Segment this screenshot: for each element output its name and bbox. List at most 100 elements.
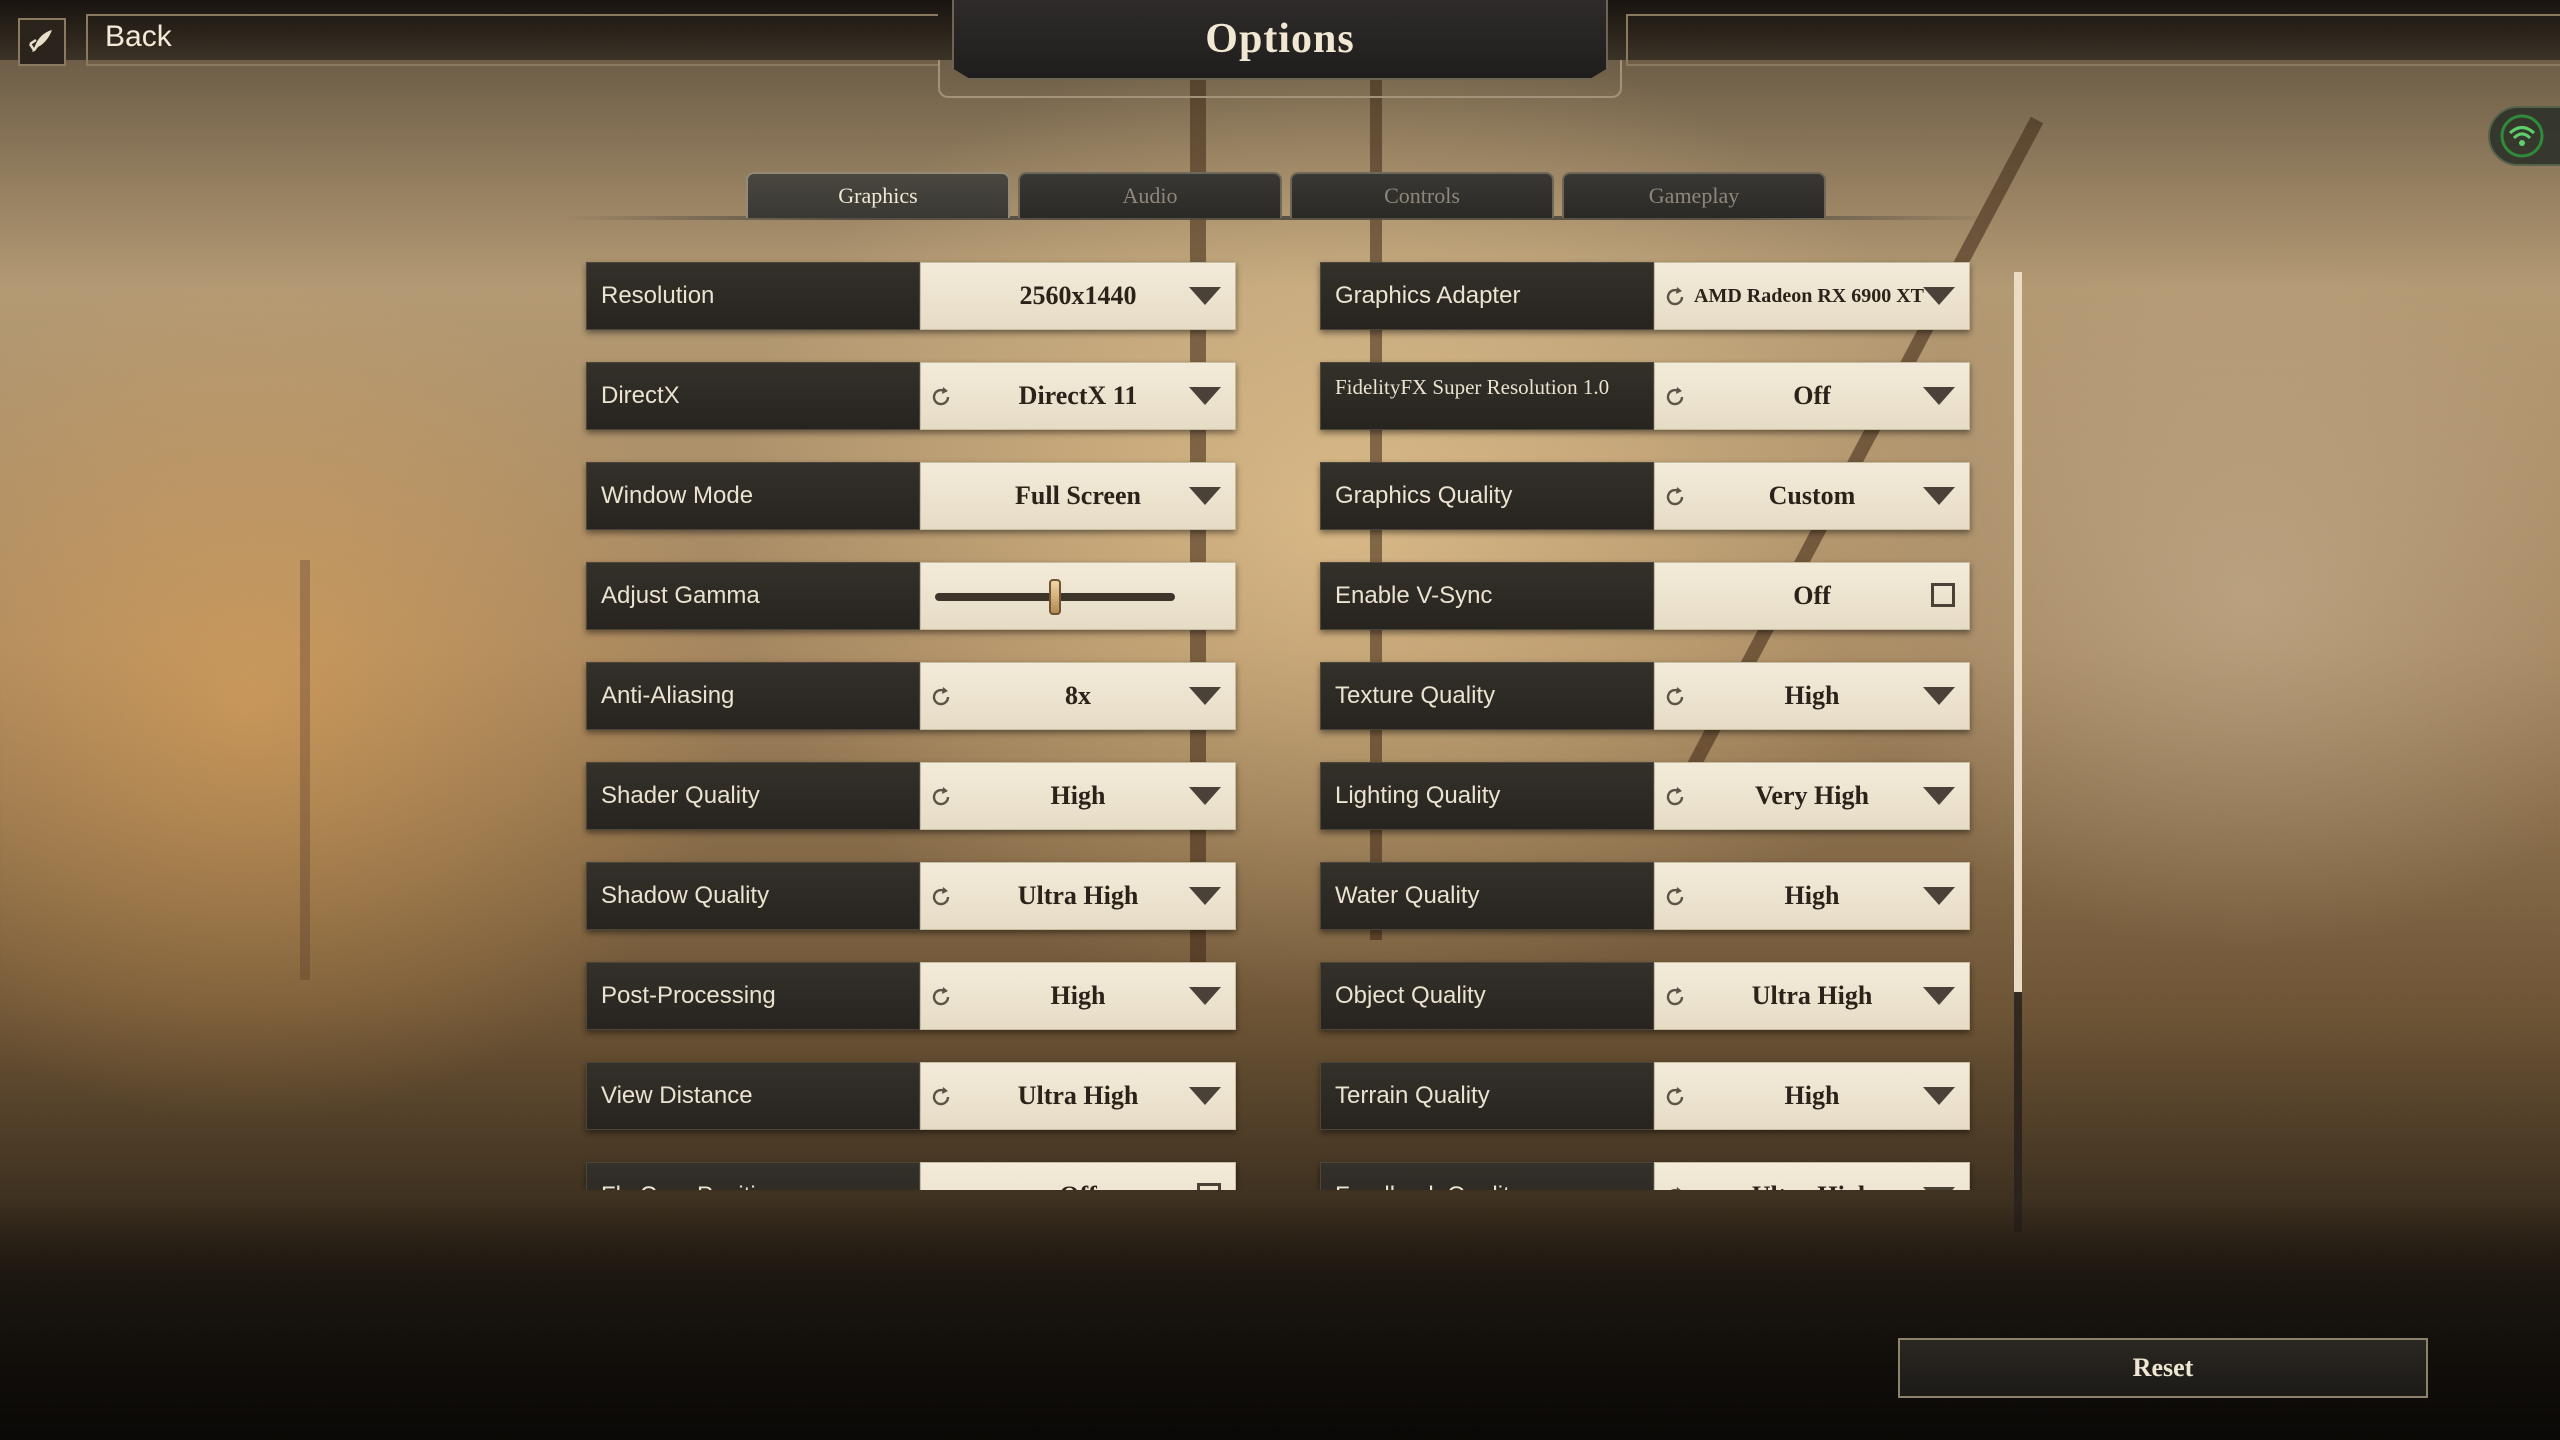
chevron-down-icon[interactable] [1189, 787, 1221, 805]
refresh-icon[interactable] [1663, 785, 1687, 809]
setting-value: Off [1793, 581, 1831, 610]
chevron-down-icon[interactable] [1923, 887, 1955, 905]
setting-value: Very High [1755, 781, 1869, 810]
chevron-down-icon[interactable] [1189, 1087, 1221, 1105]
shader-quality-dropdown[interactable]: High [920, 762, 1236, 830]
chevron-down-icon[interactable] [1189, 487, 1221, 505]
chevron-down-icon[interactable] [1923, 487, 1955, 505]
setting-row-texture-quality: Texture Quality High [1320, 662, 1970, 730]
refresh-icon[interactable] [929, 1085, 953, 1109]
reset-button[interactable]: Reset [1898, 1338, 2428, 1398]
enable-v-sync-checkbox[interactable]: Off [1654, 562, 1970, 630]
setting-value: Ultra High [1695, 1181, 1929, 1190]
setting-value: Ultra High [1751, 981, 1873, 1010]
chevron-down-icon[interactable] [1923, 1087, 1955, 1105]
setting-value: 2560x1440 [1019, 281, 1137, 310]
setting-row-directx: DirectX DirectX 11 [586, 362, 1236, 430]
checkbox[interactable] [1197, 1183, 1221, 1190]
setting-value: Full Screen [1015, 481, 1141, 510]
setting-value: High [1050, 981, 1106, 1010]
refresh-icon[interactable] [1663, 1085, 1687, 1109]
setting-row-view-distance: View Distance Ultra High [586, 1062, 1236, 1130]
resolution-dropdown[interactable]: 2560x1440 [920, 262, 1236, 330]
page-title: Options [1205, 16, 1355, 62]
shadow-quality-dropdown[interactable]: Ultra High [920, 862, 1236, 930]
refresh-icon[interactable] [929, 985, 953, 1009]
setting-label: Resolution [586, 262, 920, 330]
texture-quality-dropdown[interactable]: High [1654, 662, 1970, 730]
back-label[interactable]: Back [105, 20, 172, 54]
water-quality-dropdown[interactable]: High [1654, 862, 1970, 930]
refresh-icon[interactable] [929, 785, 953, 809]
setting-row-shadow-quality: Shadow Quality Ultra High [586, 862, 1236, 930]
terrain-quality-dropdown[interactable]: High [1654, 1062, 1970, 1130]
tab-bar: Graphics Audio Controls Gameplay [746, 172, 1826, 218]
refresh-icon[interactable] [1663, 285, 1687, 309]
chevron-down-icon[interactable] [1923, 387, 1955, 405]
checkbox[interactable] [1931, 583, 1955, 607]
back-frame [86, 14, 938, 66]
chevron-down-icon[interactable] [1189, 287, 1221, 305]
setting-value: Off [1793, 381, 1831, 410]
chevron-down-icon[interactable] [1189, 387, 1221, 405]
chevron-down-icon[interactable] [1923, 987, 1955, 1005]
chevron-down-icon[interactable] [1923, 687, 1955, 705]
adjust-gamma-slider[interactable] [920, 562, 1236, 630]
directx-dropdown[interactable]: DirectX 11 [920, 362, 1236, 430]
bottom-shade [0, 1200, 2560, 1440]
setting-value: Off [961, 1181, 1195, 1190]
refresh-icon[interactable] [929, 885, 953, 909]
feedback-quality-dropdown[interactable]: Ultra High [1654, 1162, 1970, 1190]
refresh-icon[interactable] [1663, 1185, 1687, 1190]
chevron-down-icon[interactable] [1189, 887, 1221, 905]
window-mode-dropdown[interactable]: Full Screen [920, 462, 1236, 530]
setting-label: Post-Processing [586, 962, 920, 1030]
refresh-icon[interactable] [1663, 485, 1687, 509]
scrollbar[interactable] [2014, 272, 2022, 1232]
settings-column-left: Resolution 2560x1440 DirectX DirectX 11 Wind… [586, 262, 1236, 1190]
scrollbar-thumb[interactable] [2014, 272, 2022, 992]
refresh-icon[interactable] [1663, 685, 1687, 709]
post-processing-dropdown[interactable]: High [920, 962, 1236, 1030]
lighting-quality-dropdown[interactable]: Very High [1654, 762, 1970, 830]
setting-value: High [1784, 881, 1840, 910]
back-button[interactable] [18, 18, 66, 66]
refresh-icon[interactable] [929, 385, 953, 409]
chevron-down-icon[interactable] [1189, 687, 1221, 705]
header-right-frame [1626, 14, 2560, 66]
fidelityfx-super-resolution-1-0-dropdown[interactable]: Off [1654, 362, 1970, 430]
connection-status[interactable] [2488, 106, 2560, 166]
chevron-down-icon[interactable] [1923, 1187, 1955, 1190]
view-distance-dropdown[interactable]: Ultra High [920, 1062, 1236, 1130]
chevron-down-icon[interactable] [1189, 987, 1221, 1005]
setting-row-fly-cam-position: Fly Cam Position Off [586, 1162, 1236, 1190]
setting-row-terrain-quality: Terrain Quality High [1320, 1062, 1970, 1130]
tab-gameplay[interactable]: Gameplay [1562, 172, 1826, 218]
wifi-icon [2500, 114, 2544, 158]
setting-label: Texture Quality [1320, 662, 1654, 730]
tab-graphics[interactable]: Graphics [746, 172, 1010, 218]
object-quality-dropdown[interactable]: Ultra High [1654, 962, 1970, 1030]
chevron-down-icon[interactable] [1923, 787, 1955, 805]
graphics-quality-dropdown[interactable]: Custom [1654, 462, 1970, 530]
refresh-icon[interactable] [1663, 385, 1687, 409]
setting-value: Ultra High [1017, 1081, 1139, 1110]
setting-value: High [1050, 781, 1106, 810]
settings-panel: Resolution 2560x1440 DirectX DirectX 11 Wind… [580, 256, 1980, 1190]
refresh-icon[interactable] [1663, 985, 1687, 1009]
tab-audio[interactable]: Audio [1018, 172, 1282, 218]
refresh-icon[interactable] [1663, 885, 1687, 909]
fly-cam-position-checkbox[interactable]: Off [920, 1162, 1236, 1190]
setting-label: Anti-Aliasing [586, 662, 920, 730]
slider-handle[interactable] [1049, 579, 1061, 615]
chevron-down-icon[interactable] [1923, 287, 1955, 305]
tab-controls[interactable]: Controls [1290, 172, 1554, 218]
setting-value: High [1784, 681, 1840, 710]
setting-label: DirectX [586, 362, 920, 430]
graphics-adapter-dropdown[interactable]: AMD Radeon RX 6900 XT [1654, 262, 1970, 330]
setting-value: DirectX 11 [1018, 381, 1138, 410]
refresh-icon[interactable] [929, 685, 953, 709]
setting-label: Fly Cam Position [586, 1162, 920, 1190]
anti-aliasing-dropdown[interactable]: 8x [920, 662, 1236, 730]
setting-row-graphics-quality: Graphics Quality Custom [1320, 462, 1970, 530]
